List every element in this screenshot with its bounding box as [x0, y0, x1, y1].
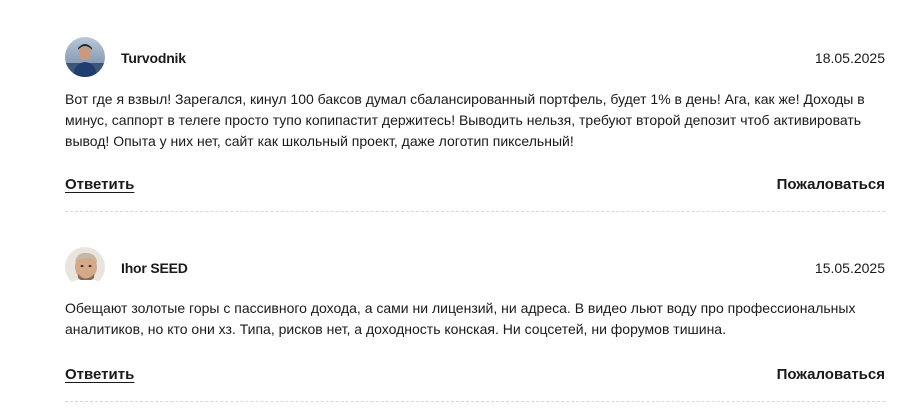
- reply-link[interactable]: Ответить: [65, 176, 134, 193]
- comment-actions: Ответить Пожаловаться: [65, 366, 885, 390]
- report-link[interactable]: Пожаловаться: [777, 176, 885, 193]
- comment-header: Turvodnik 18.05.2025: [65, 37, 885, 79]
- avatar: [65, 37, 105, 77]
- comment-item: Turvodnik 18.05.2025 Вот где я взвыл! За…: [65, 37, 885, 212]
- comment-author: Turvodnik: [121, 50, 186, 66]
- comment-header: Ihor SEED 15.05.2025: [65, 247, 885, 289]
- comment-divider: [65, 211, 885, 212]
- report-link[interactable]: Пожаловаться: [777, 366, 885, 383]
- comment-text: Вот где я взвыл! Зарегался, кинул 100 ба…: [65, 91, 865, 149]
- comment-author: Ihor SEED: [121, 260, 188, 276]
- comment-date: 15.05.2025: [814, 260, 885, 276]
- comment-actions: Ответить Пожаловаться: [65, 176, 885, 200]
- user-avatar-icon: [65, 247, 105, 287]
- reply-link[interactable]: Ответить: [65, 366, 134, 383]
- comment-text: Обещают золотые горы с пассивного дохода…: [65, 300, 856, 337]
- comment-date: 18.05.2025: [814, 50, 885, 66]
- comment-divider: [65, 401, 885, 402]
- comment-item: Ihor SEED 15.05.2025 Обещают золотые гор…: [65, 247, 885, 402]
- user-avatar-icon: [65, 37, 105, 77]
- avatar: [65, 247, 105, 287]
